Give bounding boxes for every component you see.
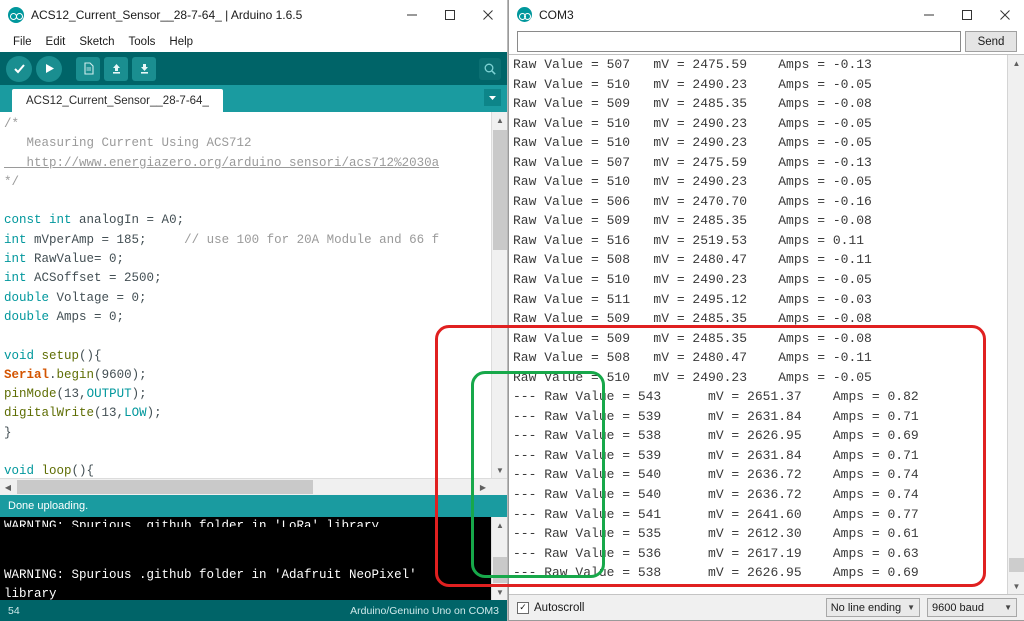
serial-output-text[interactable]: Raw Value = 507 mV = 2475.59 Amps = -0.1… bbox=[513, 55, 1007, 594]
close-button[interactable] bbox=[469, 0, 507, 31]
serial-scroll-thumb[interactable] bbox=[1009, 558, 1024, 572]
new-button[interactable] bbox=[76, 56, 100, 81]
ide-window-title: ACS12_Current_Sensor__28-7-64_ | Arduino… bbox=[31, 8, 303, 22]
line-ending-value: No line ending bbox=[830, 601, 902, 614]
serial-monitor-window: COM3 Send Raw Value = 507 mV = 2475.59 A… bbox=[508, 0, 1024, 621]
serial-window-controls bbox=[910, 0, 1024, 30]
console-scroll-up-icon[interactable]: ▲ bbox=[492, 517, 507, 533]
editor-scroll-thumb[interactable] bbox=[493, 130, 507, 250]
arduino-logo-icon bbox=[517, 7, 532, 22]
serial-monitor-button[interactable] bbox=[479, 57, 501, 80]
serial-scroll-down-icon[interactable]: ▼ bbox=[1008, 578, 1024, 594]
autoscroll-label: Autoscroll bbox=[534, 601, 585, 614]
line-ending-select[interactable]: No line ending ▼ bbox=[825, 598, 920, 617]
verify-button[interactable] bbox=[6, 55, 32, 82]
menu-sketch[interactable]: Sketch bbox=[72, 34, 121, 50]
console-text[interactable]: WARNING: Spurious .github folder in 'LoR… bbox=[4, 517, 491, 600]
chevron-down-icon: ▼ bbox=[907, 603, 915, 612]
send-button[interactable]: Send bbox=[965, 31, 1017, 52]
ide-titlebar: ACS12_Current_Sensor__28-7-64_ | Arduino… bbox=[0, 0, 507, 31]
serial-selects: No line ending ▼ 9600 baud ▼ bbox=[825, 598, 1017, 617]
scroll-right-icon[interactable]: ▶ bbox=[475, 479, 491, 495]
ide-statusbar: 54 Arduino/Genuino Uno on COM3 bbox=[0, 600, 507, 621]
minimize-button[interactable] bbox=[910, 0, 948, 30]
serial-output-area[interactable]: Raw Value = 507 mV = 2475.59 Amps = -0.1… bbox=[509, 54, 1024, 594]
open-button[interactable] bbox=[104, 56, 128, 81]
editor-horizontal-scrollbar[interactable]: ◀ ▶ bbox=[0, 478, 507, 495]
screen-root: ACS12_Current_Sensor__28-7-64_ | Arduino… bbox=[0, 0, 1024, 621]
serial-titlebar: COM3 bbox=[509, 0, 1024, 29]
maximize-button[interactable] bbox=[948, 0, 986, 30]
upload-button[interactable] bbox=[36, 55, 62, 82]
editor-hscroll-thumb[interactable] bbox=[17, 480, 313, 494]
save-button[interactable] bbox=[132, 56, 156, 81]
console-vertical-scrollbar[interactable]: ▲ ▼ bbox=[491, 517, 507, 600]
console-scroll-down-icon[interactable]: ▼ bbox=[492, 584, 507, 600]
menu-file[interactable]: File bbox=[6, 34, 39, 50]
serial-send-input[interactable] bbox=[517, 31, 961, 52]
menu-tools[interactable]: Tools bbox=[122, 34, 163, 50]
serial-vertical-scrollbar[interactable]: ▲ ▼ bbox=[1007, 55, 1024, 594]
ide-toolbar bbox=[0, 52, 507, 85]
minimize-button[interactable] bbox=[393, 0, 431, 31]
ide-menubar: File Edit Sketch Tools Help bbox=[0, 31, 507, 52]
line-number-indicator: 54 bbox=[8, 604, 20, 617]
console-scroll-thumb[interactable] bbox=[493, 557, 507, 583]
maximize-button[interactable] bbox=[431, 0, 469, 31]
serial-scroll-up-icon[interactable]: ▲ bbox=[1008, 55, 1024, 71]
board-port-indicator: Arduino/Genuino Uno on COM3 bbox=[350, 604, 499, 617]
menu-help[interactable]: Help bbox=[162, 34, 200, 50]
serial-bottom-bar: ✓ Autoscroll No line ending ▼ 9600 baud … bbox=[509, 594, 1024, 620]
ide-console[interactable]: WARNING: Spurious .github folder in 'LoR… bbox=[0, 517, 507, 600]
autoscroll-checkbox[interactable]: ✓ Autoscroll bbox=[517, 601, 585, 614]
close-button[interactable] bbox=[986, 0, 1024, 30]
serial-send-row: Send bbox=[509, 29, 1024, 54]
upload-status-strip: Done uploading. bbox=[0, 495, 507, 517]
scroll-up-icon[interactable]: ▲ bbox=[492, 112, 507, 128]
ide-tabbar: ACS12_Current_Sensor__28-7-64_ bbox=[0, 85, 507, 112]
code-editor-area[interactable]: /* Measuring Current Using ACS712 http:/… bbox=[0, 112, 507, 478]
scrollbar-corner bbox=[491, 479, 507, 495]
sketch-tab[interactable]: ACS12_Current_Sensor__28-7-64_ bbox=[12, 89, 223, 112]
baud-rate-select[interactable]: 9600 baud ▼ bbox=[927, 598, 1017, 617]
tab-dropdown-button[interactable] bbox=[484, 89, 501, 106]
arduino-ide-window: ACS12_Current_Sensor__28-7-64_ | Arduino… bbox=[0, 0, 508, 621]
upload-status-text: Done uploading. bbox=[8, 500, 89, 512]
arduino-logo-icon bbox=[8, 7, 24, 23]
scroll-down-icon[interactable]: ▼ bbox=[492, 462, 507, 478]
checkbox-icon[interactable]: ✓ bbox=[517, 601, 529, 614]
code-text[interactable]: /* Measuring Current Using ACS712 http:/… bbox=[0, 112, 491, 478]
editor-vertical-scrollbar[interactable]: ▲ ▼ bbox=[491, 112, 507, 478]
baud-value: 9600 baud bbox=[932, 601, 984, 614]
chevron-down-icon: ▼ bbox=[1004, 603, 1012, 612]
scroll-left-icon[interactable]: ◀ bbox=[0, 479, 16, 495]
ide-window-controls bbox=[393, 0, 507, 31]
serial-window-title: COM3 bbox=[539, 7, 574, 22]
menu-edit[interactable]: Edit bbox=[39, 34, 73, 50]
